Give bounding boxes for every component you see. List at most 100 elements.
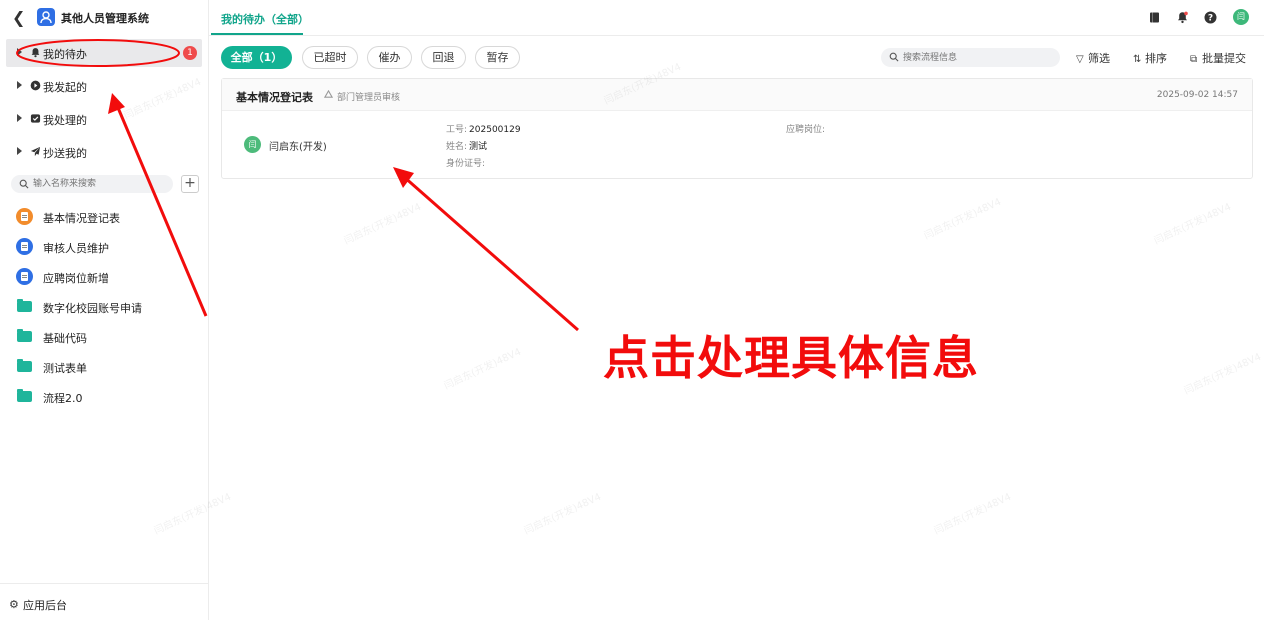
field-label: 身份证号: <box>446 159 486 169</box>
chip-rollback[interactable]: 回退 <box>421 46 466 69</box>
field-label: 姓名: <box>446 142 468 152</box>
batch-submit-button[interactable]: ⧉ 批量提交 <box>1190 50 1246 66</box>
task-time: 2025-09-02 14:57 <box>1156 90 1238 100</box>
check-box-icon <box>30 114 41 123</box>
folder-icon <box>17 389 32 402</box>
caret-right-icon <box>17 48 22 56</box>
sidebar-search <box>11 175 173 193</box>
form-label: 基本情况登记表 <box>43 212 120 225</box>
form-icon <box>16 208 33 225</box>
tab-underline <box>211 33 303 35</box>
workflow-node-icon <box>324 90 333 98</box>
form-item-position-add[interactable]: 应聘岗位新增 <box>14 266 204 288</box>
caret-right-icon <box>17 147 22 155</box>
watermark: 闫启东(开发)48V4 <box>342 201 423 247</box>
notification-bell-icon[interactable] <box>1176 11 1189 24</box>
batch-icon: ⧉ <box>1190 54 1198 65</box>
add-form-button[interactable]: + <box>181 175 199 193</box>
field-label: 工号: <box>446 125 468 135</box>
flow-search <box>881 48 1060 67</box>
tab-my-todo-all[interactable]: 我的待办（全部） <box>221 11 309 27</box>
sidebar-search-input[interactable] <box>33 176 168 192</box>
chip-urge[interactable]: 催办 <box>367 46 412 69</box>
admin-backend-link[interactable]: ⚙ 应用后台 <box>0 583 208 620</box>
submitter-avatar: 闫 <box>244 136 261 153</box>
field-position: 应聘岗位: <box>786 122 825 135</box>
nav-item-cc[interactable]: 抄送我的 <box>6 138 202 166</box>
form-label: 审核人员维护 <box>43 242 109 255</box>
folder-item-basic-code[interactable]: 基础代码 <box>14 326 204 348</box>
caret-right-icon <box>17 114 22 122</box>
app-root: ❮ 其他人员管理系统 我的待办 1 我发起的 我处理的 抄送我的 输入名称来搜索… <box>0 0 1264 620</box>
sort-icon: ⇅ <box>1133 54 1142 65</box>
play-circle-icon <box>30 80 41 91</box>
filter-bar: 全部（1） 已超时 催办 回退 暂存 ▽ 筛选 ⇅排序 ⧉ 批量提交 <box>209 44 1264 72</box>
nav-item-handled[interactable]: 我处理的 <box>6 105 202 133</box>
folder-label: 流程2.0 <box>43 392 83 405</box>
field-name: 姓名: 测试 <box>446 139 487 152</box>
field-value: 202500129 <box>469 125 521 135</box>
nav-label: 我处理的 <box>43 114 87 127</box>
field-job-no: 工号: 202500129 <box>446 122 521 135</box>
annotation-arrow-right <box>402 174 579 332</box>
sort-button[interactable]: ⇅ 排序 <box>1133 50 1167 66</box>
folder-icon <box>17 299 32 312</box>
help-icon[interactable]: ? <box>1204 11 1217 24</box>
folder-item-test-form[interactable]: 测试表单 <box>14 356 204 378</box>
task-card[interactable]: 基本情况登记表 部门管理员审核 2025-09-02 14:57 闫 闫启东(开… <box>221 78 1253 179</box>
watermark: 闫启东(开发)48V4 <box>442 346 523 392</box>
app-logo-icon <box>37 8 55 26</box>
back-icon[interactable]: ❮ <box>12 9 26 27</box>
topbar: 我的待办（全部） ? 闫 <box>209 0 1264 36</box>
filter-label: 筛选 <box>1088 52 1110 65</box>
admin-backend-label: 应用后台 <box>23 599 67 612</box>
watermark: 闫启东(开发)48V4 <box>1182 351 1263 397</box>
nav-label: 抄送我的 <box>43 147 87 160</box>
folder-label: 数字化校园账号申请 <box>43 302 142 315</box>
batch-submit-label: 批量提交 <box>1202 52 1246 65</box>
form-item-basic-registration[interactable]: 基本情况登记表 <box>14 206 204 228</box>
task-card-header: 基本情况登记表 部门管理员审核 2025-09-02 14:57 <box>222 79 1252 111</box>
app-title: 其他人员管理系统 <box>61 12 149 25</box>
form-icon <box>16 268 33 285</box>
folder-label: 基础代码 <box>43 332 87 345</box>
watermark: 闫启东(开发)48V4 <box>1152 201 1233 247</box>
field-value: 测试 <box>469 142 488 152</box>
form-item-reviewer-maintenance[interactable]: 审核人员维护 <box>14 236 204 258</box>
folder-icon <box>17 329 32 342</box>
bell-icon <box>31 48 40 58</box>
sort-label: 排序 <box>1145 52 1167 65</box>
field-label: 应聘岗位: <box>786 125 826 135</box>
nav-label: 我的待办 <box>43 48 87 61</box>
task-title: 基本情况登记表 <box>236 91 313 104</box>
svg-text:?: ? <box>1208 14 1213 24</box>
todo-count-badge: 1 <box>183 46 197 60</box>
chip-draft[interactable]: 暂存 <box>475 46 520 69</box>
folder-label: 测试表单 <box>43 362 87 375</box>
task-node: 部门管理员审核 <box>337 93 401 103</box>
folder-item-digital-campus[interactable]: 数字化校园账号申请 <box>14 296 204 318</box>
chip-all[interactable]: 全部（1） <box>221 46 292 69</box>
nav-label: 我发起的 <box>43 81 87 94</box>
book-icon[interactable] <box>1148 11 1161 24</box>
folder-icon <box>17 359 32 372</box>
caret-right-icon <box>17 81 22 89</box>
form-icon <box>16 238 33 255</box>
submitter-name: 闫启东(开发) <box>269 142 327 153</box>
gear-icon: ⚙ <box>9 598 19 611</box>
watermark: 闫启东(开发)48V4 <box>932 491 1013 537</box>
form-label: 应聘岗位新增 <box>43 272 109 285</box>
chip-overdue[interactable]: 已超时 <box>302 46 358 69</box>
nav-item-my-todo[interactable]: 我的待办 1 <box>6 39 202 67</box>
user-avatar[interactable]: 闫 <box>1233 9 1249 25</box>
folder-item-workflow-2[interactable]: 流程2.0 <box>14 386 204 408</box>
funnel-icon: ▽ <box>1076 54 1084 65</box>
flow-search-input[interactable] <box>903 49 1053 66</box>
annotation-text: 点击处理具体信息 <box>603 331 979 385</box>
filter-button[interactable]: ▽ 筛选 <box>1076 50 1110 66</box>
send-icon <box>30 146 41 157</box>
search-icon <box>889 52 899 62</box>
search-icon <box>19 179 29 189</box>
watermark: 闫启东(开发)48V4 <box>922 196 1003 242</box>
watermark: 闫启东(开发)48V4 <box>522 491 603 537</box>
